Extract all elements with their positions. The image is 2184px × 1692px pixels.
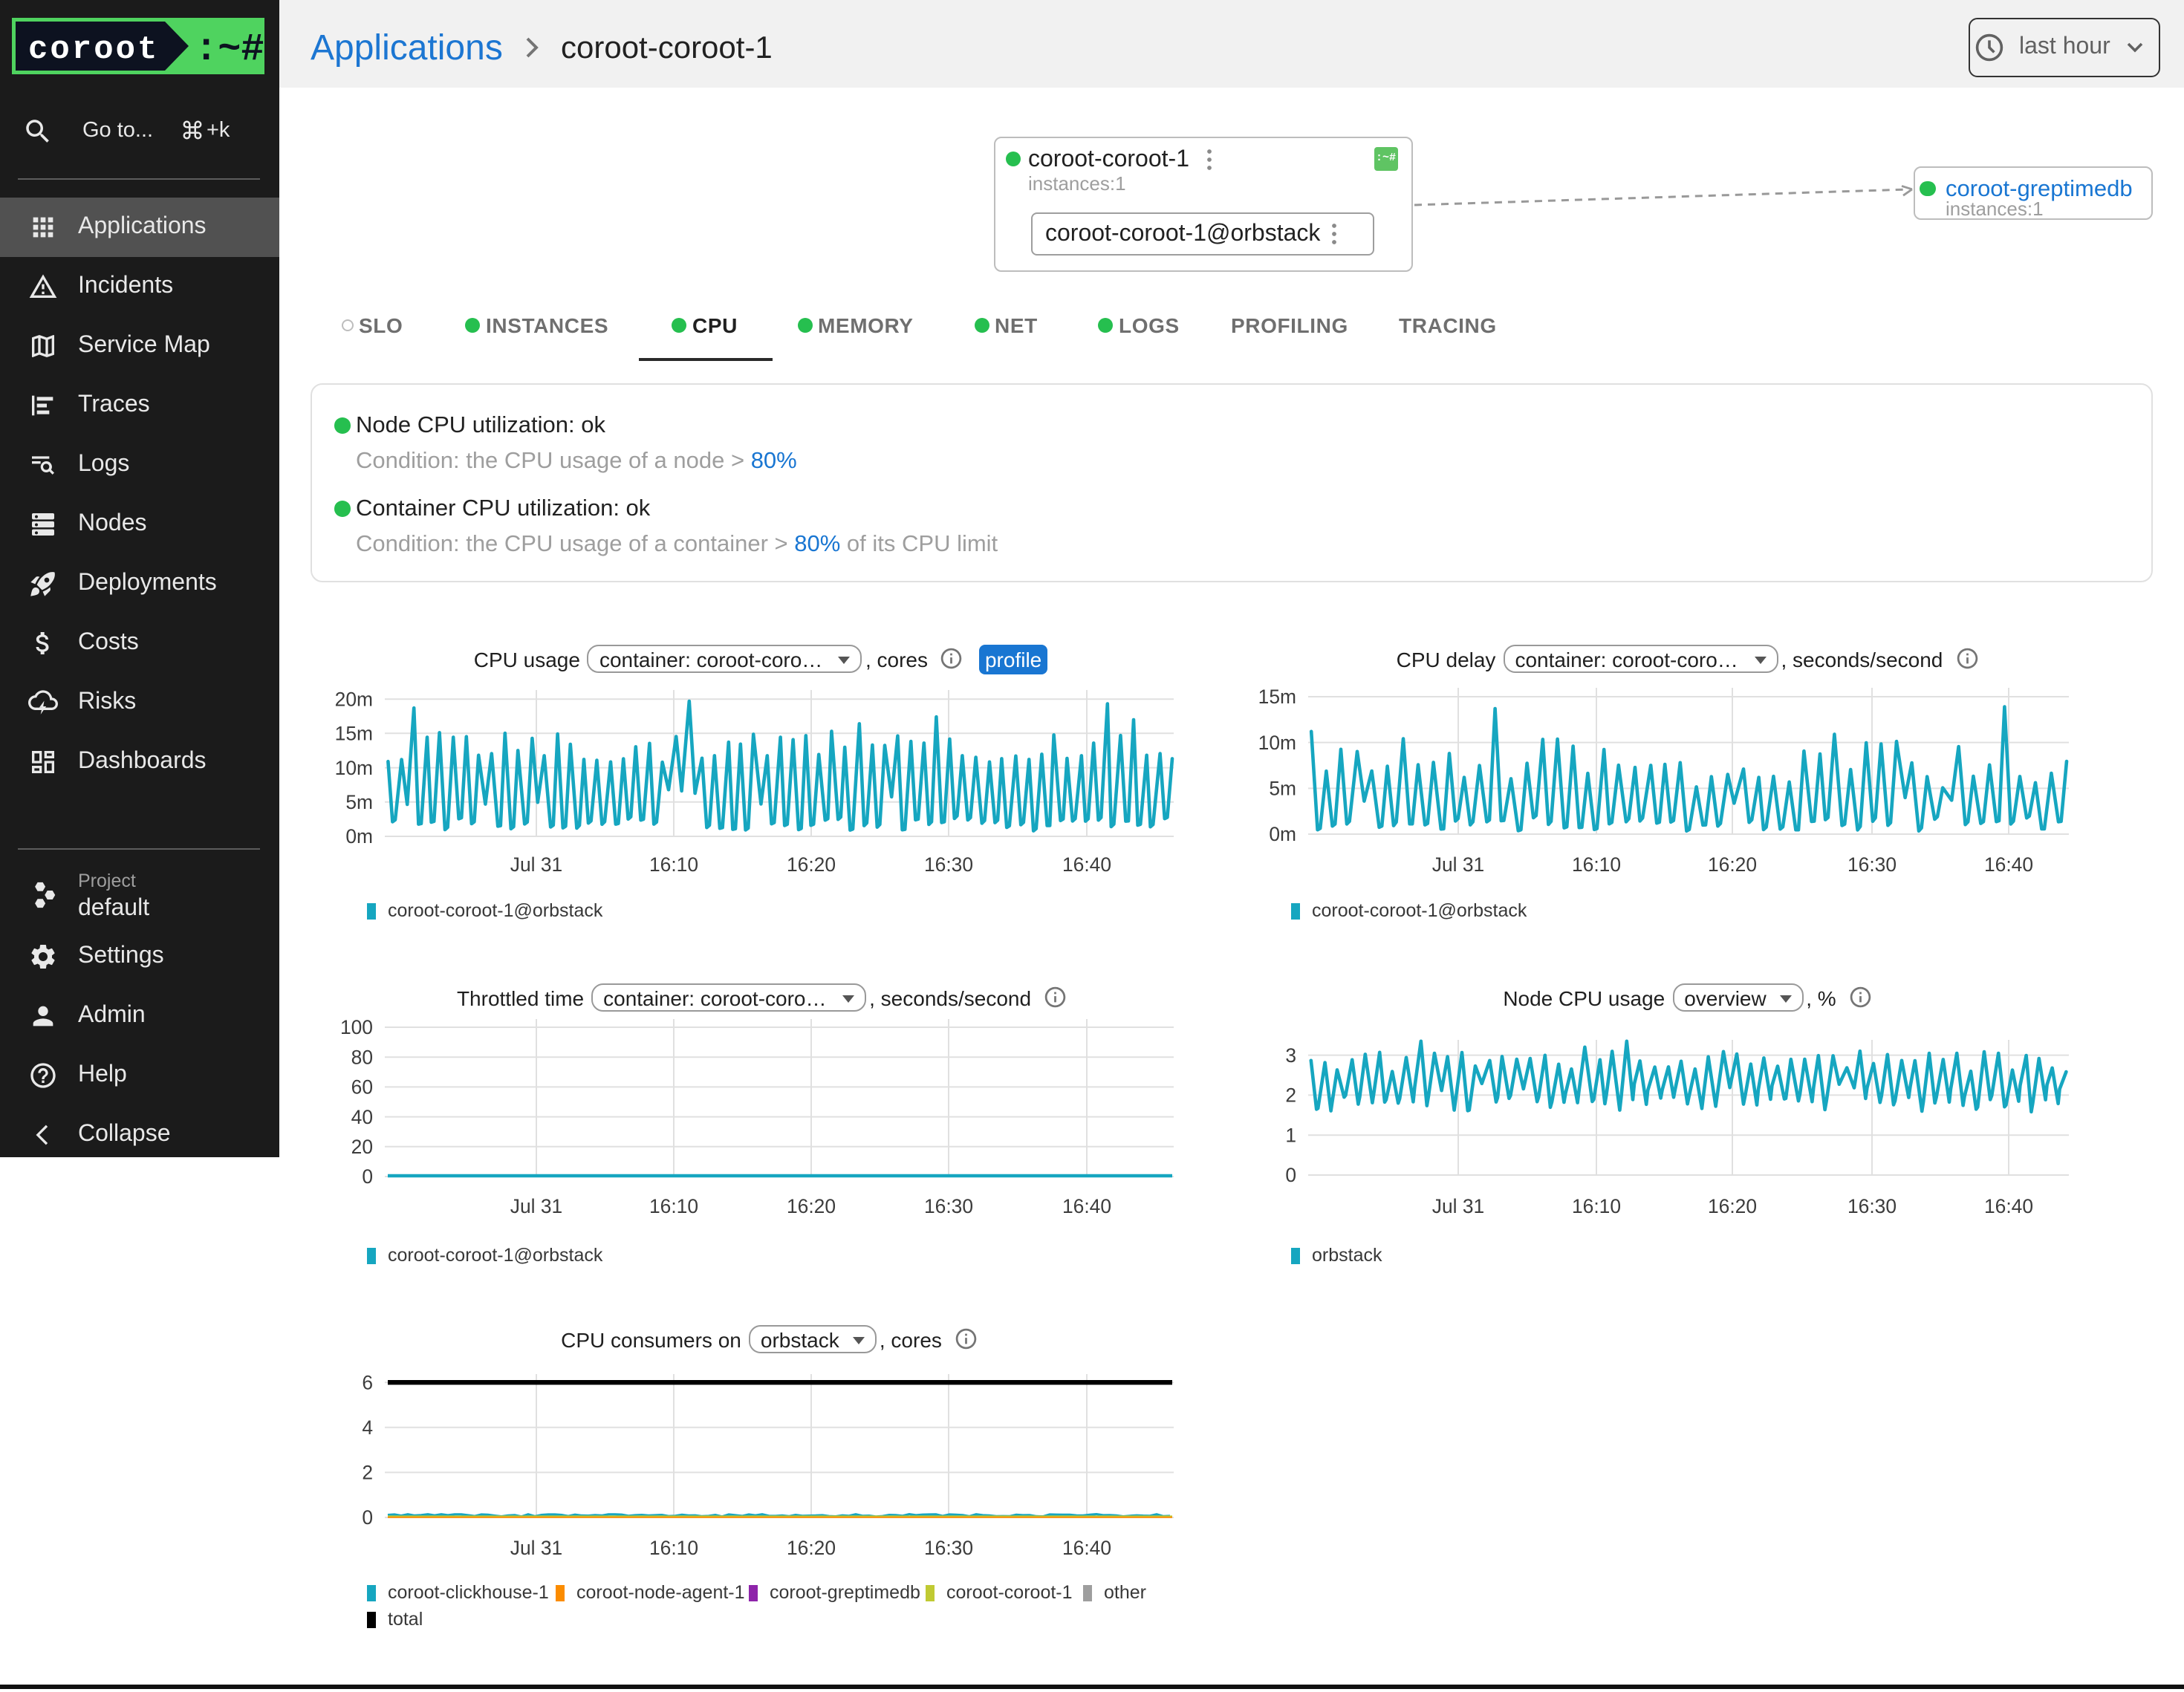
svg-text:16:40: 16:40 — [1984, 1195, 2033, 1217]
svg-text:10m: 10m — [335, 757, 373, 779]
svg-text:5m: 5m — [1269, 778, 1296, 800]
svg-text:16:30: 16:30 — [924, 1195, 973, 1217]
svg-text:16:20: 16:20 — [1708, 853, 1757, 876]
svg-text:3: 3 — [1285, 1044, 1296, 1067]
svg-text:16:20: 16:20 — [1708, 1195, 1757, 1217]
svg-text:16:30: 16:30 — [924, 1537, 973, 1559]
svg-text:15m: 15m — [335, 722, 373, 744]
svg-text:0: 0 — [362, 1165, 373, 1188]
svg-text:4: 4 — [362, 1416, 373, 1439]
svg-text:16:10: 16:10 — [649, 1195, 698, 1217]
svg-text:Jul 31: Jul 31 — [1432, 1195, 1484, 1217]
svg-text:16:40: 16:40 — [1984, 853, 2033, 876]
svg-text:40: 40 — [351, 1106, 373, 1128]
svg-text:100: 100 — [340, 1016, 373, 1038]
svg-text:16:30: 16:30 — [924, 853, 973, 876]
svg-text:coroot: coroot — [28, 31, 159, 68]
svg-text:10m: 10m — [1258, 732, 1296, 754]
svg-text:5m: 5m — [345, 791, 373, 813]
svg-text:80: 80 — [351, 1046, 373, 1068]
svg-text:16:40: 16:40 — [1062, 1537, 1111, 1559]
svg-text:Jul 31: Jul 31 — [510, 853, 562, 876]
svg-text:0: 0 — [1285, 1164, 1296, 1186]
svg-text:0m: 0m — [1269, 823, 1296, 845]
svg-text:16:20: 16:20 — [787, 853, 836, 876]
svg-text:16:10: 16:10 — [1572, 853, 1621, 876]
svg-text:1: 1 — [1285, 1124, 1296, 1146]
svg-text:0m: 0m — [345, 825, 373, 847]
svg-text:Jul 31: Jul 31 — [1432, 853, 1484, 876]
svg-text::~#: :~# — [195, 27, 264, 71]
svg-text:16:20: 16:20 — [787, 1195, 836, 1217]
svg-text:6: 6 — [362, 1371, 373, 1393]
svg-text:Jul 31: Jul 31 — [510, 1537, 562, 1559]
svg-text:16:40: 16:40 — [1062, 853, 1111, 876]
svg-text:16:10: 16:10 — [649, 1537, 698, 1559]
svg-text:16:30: 16:30 — [1847, 1195, 1897, 1217]
svg-text:0: 0 — [362, 1506, 373, 1529]
svg-text:16:10: 16:10 — [1572, 1195, 1621, 1217]
svg-text:20m: 20m — [335, 688, 373, 710]
svg-text:16:40: 16:40 — [1062, 1195, 1111, 1217]
svg-text:20: 20 — [351, 1136, 373, 1158]
svg-text:2: 2 — [1285, 1084, 1296, 1107]
svg-text:16:30: 16:30 — [1847, 853, 1897, 876]
svg-text:2: 2 — [362, 1462, 373, 1484]
svg-text:16:20: 16:20 — [787, 1537, 836, 1559]
svg-text:15m: 15m — [1258, 686, 1296, 708]
svg-text:Jul 31: Jul 31 — [510, 1195, 562, 1217]
svg-text:60: 60 — [351, 1076, 373, 1099]
svg-text:16:10: 16:10 — [649, 853, 698, 876]
